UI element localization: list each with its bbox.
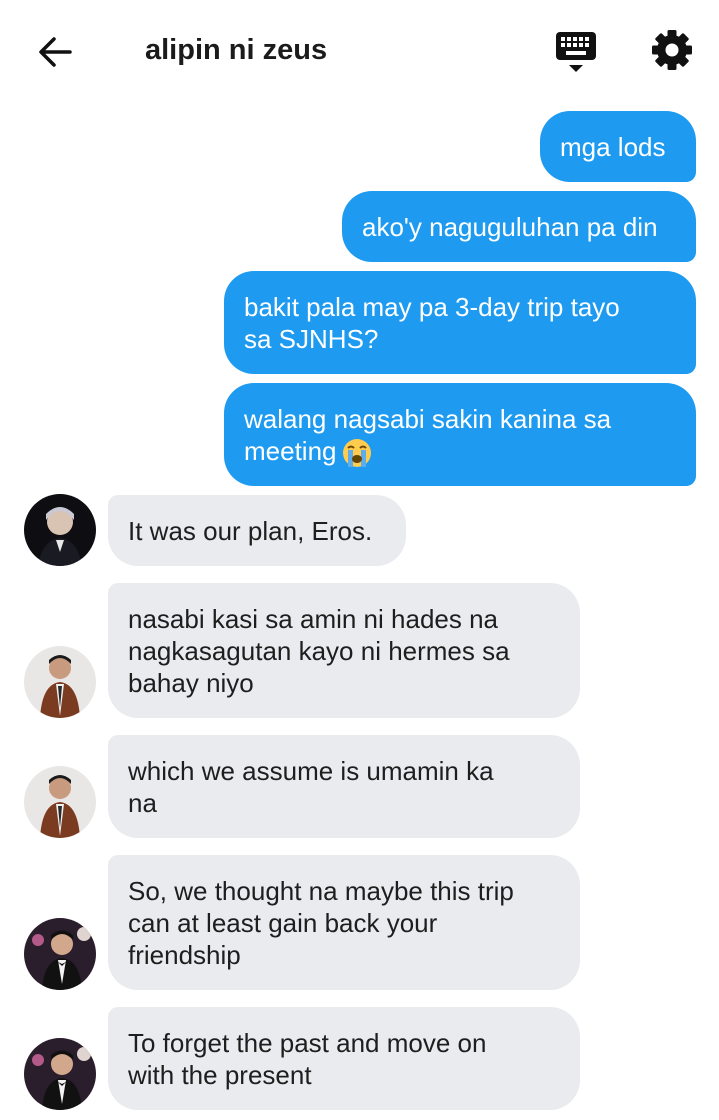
message-bubble-outgoing[interactable]: walang nagsabi sakin kanina sa meeting [224, 383, 696, 486]
loudly-crying-face-icon [342, 439, 371, 468]
avatar[interactable] [24, 918, 96, 990]
chat-header: alipin ni zeus [0, 0, 719, 100]
message-bubble-incoming[interactable]: It was our plan, Eros. [108, 495, 406, 566]
message-text: na [128, 788, 157, 818]
avatar[interactable] [24, 494, 96, 566]
message-text: bahay niyo [128, 668, 254, 698]
message-text: friendship [128, 940, 241, 970]
message-bubble-outgoing[interactable]: mga lods [540, 111, 696, 182]
message-text: sa SJNHS? [244, 324, 379, 354]
avatar[interactable] [24, 1038, 96, 1110]
message-bubble-outgoing[interactable]: ako'y naguguluhan pa din [342, 191, 696, 262]
gear-icon[interactable] [648, 26, 696, 74]
message-text: ako'y naguguluhan pa din [362, 212, 658, 242]
message-text: mga lods [560, 132, 666, 162]
message-bubble-incoming[interactable]: So, we thought na maybe this trip can at… [108, 855, 580, 990]
message-text: It was our plan, Eros. [128, 516, 373, 546]
message-text: with the present [128, 1060, 312, 1090]
message-bubble-incoming[interactable]: To forget the past and move on with the … [108, 1007, 580, 1110]
message-text: meeting [244, 436, 337, 466]
message-text: To forget the past and move on [128, 1028, 487, 1058]
avatar[interactable] [24, 646, 96, 718]
message-text: walang nagsabi sakin kanina sa [244, 404, 612, 434]
avatar[interactable] [24, 766, 96, 838]
message-text: nasabi kasi sa amin ni hades na [128, 604, 499, 634]
message-bubble-outgoing[interactable]: bakit pala may pa 3-day trip tayo sa SJN… [224, 271, 696, 374]
message-bubble-incoming[interactable]: nasabi kasi sa amin ni hades na nagkasag… [108, 583, 580, 718]
message-bubble-incoming[interactable]: which we assume is umamin ka na [108, 735, 580, 838]
chat-title: alipin ni zeus [145, 34, 328, 66]
message-text: which we assume is umamin ka [128, 756, 494, 786]
message-text: bakit pala may pa 3-day trip tayo [244, 292, 620, 322]
keyboard-icon[interactable] [552, 28, 600, 76]
message-text: can at least gain back your [128, 908, 438, 938]
arrow-left-icon[interactable] [34, 30, 78, 74]
message-text: So, we thought na maybe this trip [128, 876, 514, 906]
message-text: nagkasagutan kayo ni hermes sa [128, 636, 510, 666]
